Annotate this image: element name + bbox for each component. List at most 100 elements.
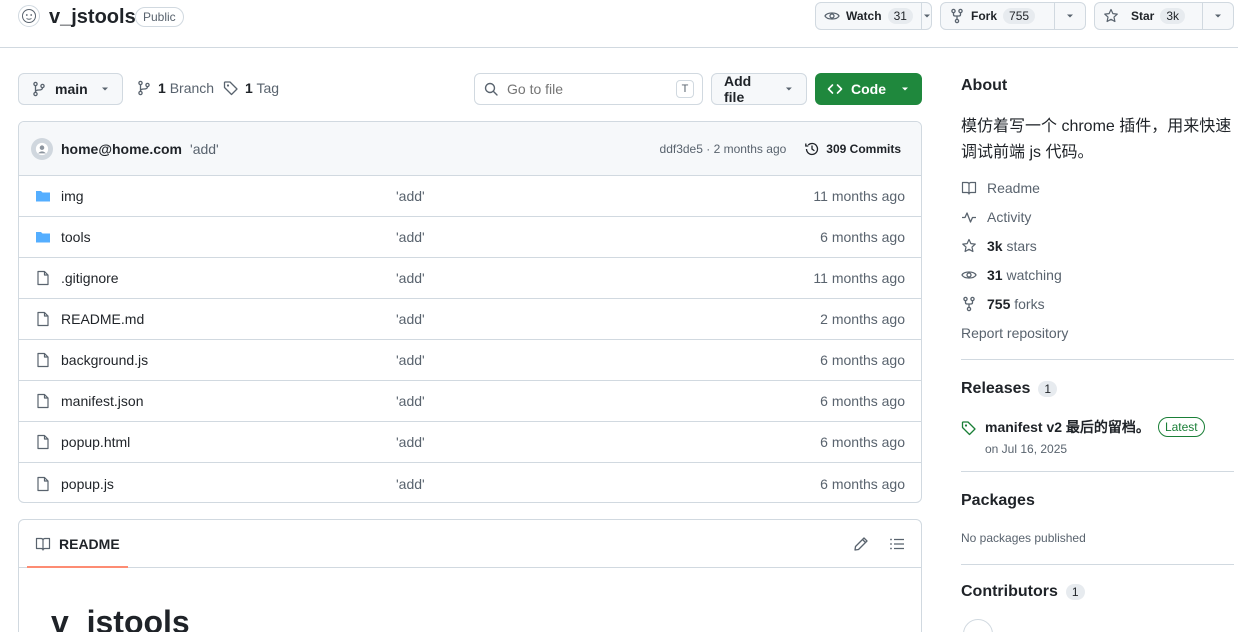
file-name[interactable]: popup.js bbox=[61, 476, 114, 492]
code-label: Code bbox=[851, 81, 886, 97]
file-commit-message[interactable]: 'add' bbox=[396, 311, 425, 327]
search-icon bbox=[484, 82, 498, 96]
contributors-heading[interactable]: Contributors 1 bbox=[961, 583, 1085, 601]
tag-icon bbox=[961, 421, 976, 436]
folder-icon bbox=[36, 191, 50, 202]
file-name[interactable]: README.md bbox=[61, 311, 144, 327]
file-row[interactable]: tools 'add' 6 months ago bbox=[19, 217, 921, 258]
latest-badge: Latest bbox=[1157, 417, 1205, 437]
fork-dropdown[interactable] bbox=[1055, 3, 1085, 29]
releases-heading-label: Releases bbox=[961, 380, 1031, 397]
star-button[interactable]: Star 3k bbox=[1095, 3, 1203, 29]
file-row[interactable]: manifest.json 'add' 6 months ago bbox=[19, 381, 921, 422]
file-name[interactable]: .gitignore bbox=[61, 270, 119, 286]
readme-tab[interactable]: README bbox=[27, 520, 128, 568]
readme-header: README bbox=[19, 520, 921, 568]
contributors-heading-label: Contributors bbox=[961, 583, 1058, 600]
go-to-file-search[interactable]: T bbox=[474, 73, 703, 105]
file-name[interactable]: img bbox=[61, 188, 84, 204]
fork-count: 755 bbox=[1003, 8, 1036, 24]
tags-label: Tag bbox=[256, 80, 280, 96]
contributor-avatar[interactable] bbox=[963, 619, 993, 632]
pencil-icon[interactable] bbox=[853, 536, 869, 552]
book-icon bbox=[961, 181, 977, 195]
branches-link[interactable]: 1 Branch bbox=[136, 80, 214, 96]
add-file-button[interactable]: Add file bbox=[711, 73, 807, 105]
file-row[interactable]: popup.js 'add' 6 months ago bbox=[19, 463, 921, 502]
file-name[interactable]: popup.html bbox=[61, 434, 130, 450]
branches-count: 1 bbox=[158, 80, 166, 96]
activity-link[interactable]: Activity bbox=[961, 209, 1031, 225]
branch-selector[interactable]: main bbox=[18, 73, 123, 105]
commit-author[interactable]: home@home.com bbox=[61, 141, 182, 157]
branch-name: main bbox=[55, 81, 88, 97]
repo-description: 模仿着写一个 chrome 插件，用来快速调试前端 js 代码。 bbox=[961, 118, 1232, 161]
code-icon bbox=[827, 84, 843, 94]
pulse-icon bbox=[962, 212, 976, 223]
file-updated-time: 11 months ago bbox=[813, 270, 905, 286]
forks-count: 755 bbox=[987, 296, 1011, 312]
watching-link[interactable]: 31 watching bbox=[961, 267, 1062, 283]
commit-message[interactable]: 'add' bbox=[190, 141, 219, 157]
history-icon bbox=[805, 142, 819, 155]
file-row[interactable]: popup.html 'add' 6 months ago bbox=[19, 422, 921, 463]
shortcut-key: T bbox=[676, 80, 694, 98]
avatar-face-icon bbox=[22, 9, 36, 23]
report-repository-link[interactable]: Report repository bbox=[961, 325, 1068, 341]
releases-heading[interactable]: Releases 1 bbox=[961, 380, 1058, 398]
file-row[interactable]: .gitignore 'add' 11 months ago bbox=[19, 258, 921, 299]
commit-author-avatar[interactable] bbox=[31, 137, 53, 160]
caret-down-icon bbox=[102, 87, 108, 91]
branches-label: Branch bbox=[169, 80, 215, 96]
file-row[interactable]: README.md 'add' 2 months ago bbox=[19, 299, 921, 340]
visibility-badge: Public bbox=[135, 7, 184, 27]
file-name[interactable]: manifest.json bbox=[61, 393, 143, 409]
watch-dropdown[interactable] bbox=[922, 3, 932, 29]
list-icon[interactable] bbox=[889, 536, 905, 552]
readme-panel: README v_jstools bbox=[18, 519, 922, 632]
owner-avatar[interactable] bbox=[18, 5, 40, 27]
file-commit-message[interactable]: 'add' bbox=[396, 476, 425, 492]
tags-link[interactable]: 1 Tag bbox=[223, 80, 279, 96]
commits-link[interactable]: 309 Commits bbox=[804, 141, 901, 157]
file-commit-message[interactable]: 'add' bbox=[396, 352, 425, 368]
packages-heading[interactable]: Packages bbox=[961, 492, 1035, 510]
caret-down-icon bbox=[1215, 14, 1221, 18]
file-commit-message[interactable]: 'add' bbox=[396, 434, 425, 450]
file-name[interactable]: tools bbox=[61, 229, 91, 245]
file-icon bbox=[37, 434, 49, 450]
file-icon bbox=[37, 352, 49, 368]
tag-icon bbox=[223, 81, 238, 96]
code-button[interactable]: Code bbox=[815, 73, 922, 105]
repo-name[interactable]: v_jstools bbox=[49, 6, 136, 29]
commit-meta[interactable]: ddf3de5 · 2 months ago bbox=[660, 142, 787, 156]
file-commit-message[interactable]: 'add' bbox=[396, 188, 425, 204]
latest-release[interactable]: manifest v2 最后的留档。 Latest on Jul 16, 202… bbox=[961, 417, 1205, 456]
about-heading: About bbox=[961, 77, 1008, 94]
star-dropdown[interactable] bbox=[1203, 3, 1233, 29]
file-commit-message[interactable]: 'add' bbox=[396, 270, 425, 286]
file-commit-message[interactable]: 'add' bbox=[396, 393, 425, 409]
watch-button[interactable]: Watch 31 bbox=[816, 3, 922, 29]
star-icon bbox=[962, 238, 976, 253]
watch-label: Watch bbox=[846, 9, 882, 23]
watching-count: 31 bbox=[987, 267, 1003, 283]
fork-button[interactable]: Fork 755 bbox=[941, 3, 1055, 29]
watch-count: 31 bbox=[887, 8, 913, 24]
file-row[interactable]: background.js 'add' 6 months ago bbox=[19, 340, 921, 381]
branch-icon bbox=[33, 81, 45, 97]
stars-link[interactable]: 3k stars bbox=[961, 238, 1037, 254]
contributors-count: 1 bbox=[1065, 584, 1085, 600]
file-icon bbox=[37, 270, 49, 286]
fork-button-group: Fork 755 bbox=[940, 2, 1086, 30]
forks-label: forks bbox=[1014, 296, 1045, 312]
file-commit-message[interactable]: 'add' bbox=[396, 229, 425, 245]
file-name[interactable]: background.js bbox=[61, 352, 148, 368]
file-updated-time: 6 months ago bbox=[820, 352, 905, 368]
forks-link[interactable]: 755 forks bbox=[961, 296, 1045, 312]
releases-count: 1 bbox=[1038, 381, 1058, 397]
file-updated-time: 6 months ago bbox=[820, 475, 905, 492]
readme-link[interactable]: Readme bbox=[961, 180, 1040, 196]
go-to-file-input[interactable] bbox=[507, 81, 667, 97]
file-row[interactable]: img 'add' 11 months ago bbox=[19, 176, 921, 217]
